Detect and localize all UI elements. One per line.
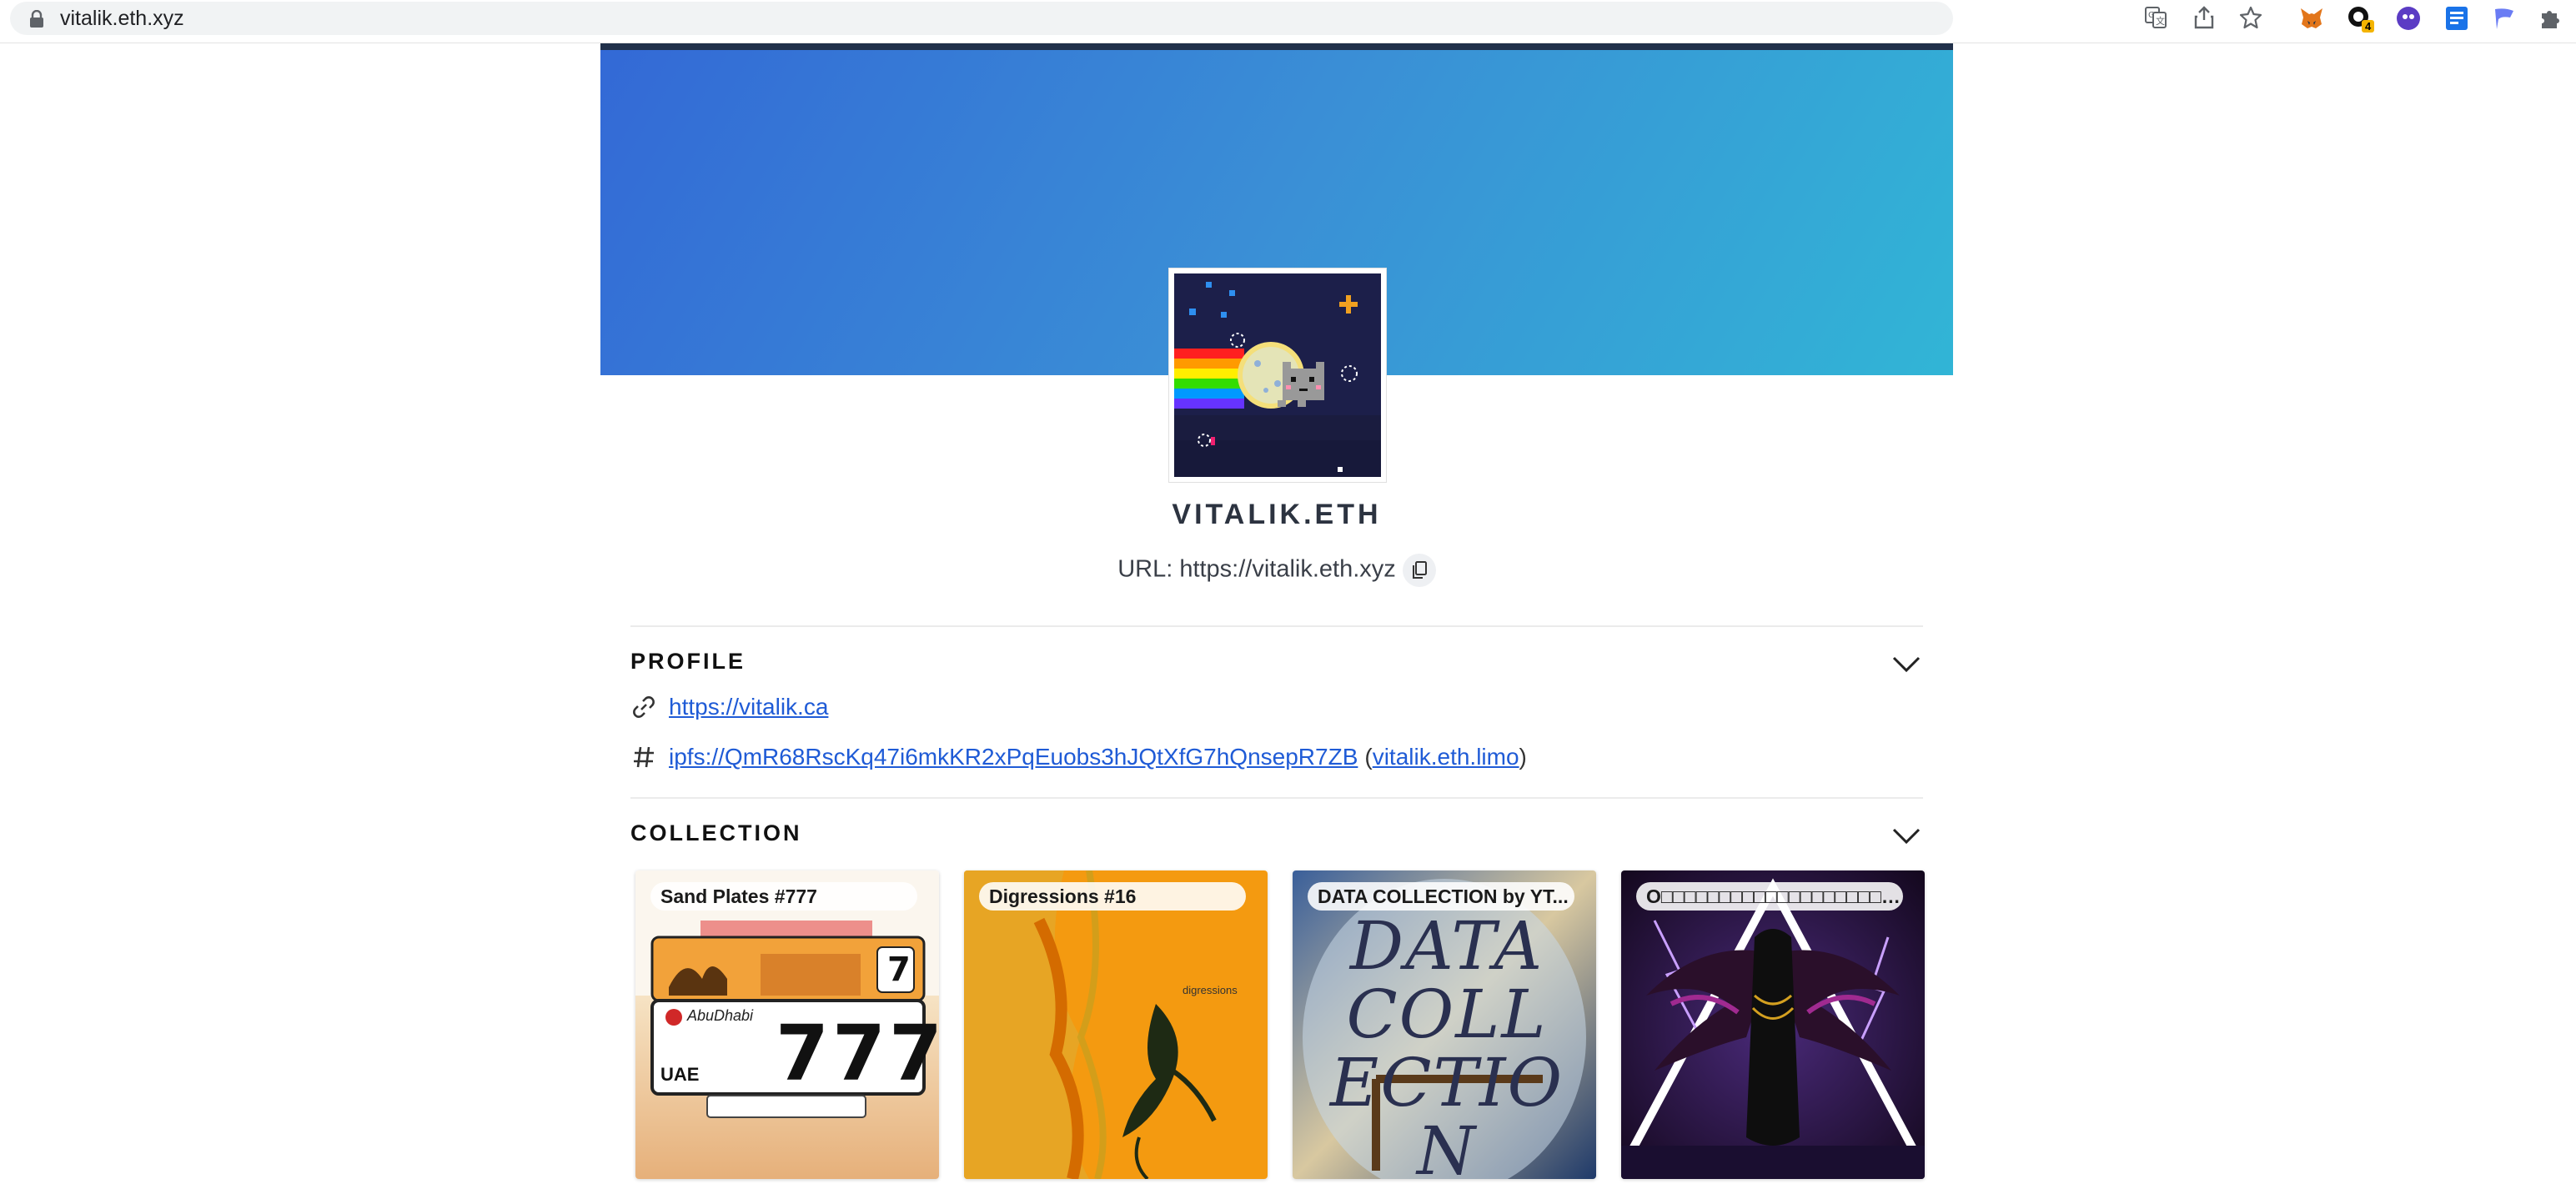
browser-toolbar: vitalik.eth.xyz 文G 4 (0, 0, 2576, 43)
translate-icon[interactable]: 文G (2142, 3, 2170, 32)
divider (630, 625, 1923, 627)
svg-text:G: G (2148, 11, 2155, 20)
profile-avatar[interactable] (1169, 268, 1386, 482)
document-extension-icon[interactable] (2442, 3, 2472, 33)
profile-url-row: URL: https://vitalik.eth.xyz (600, 554, 1953, 587)
link-icon (630, 694, 657, 720)
hash-icon (630, 744, 657, 770)
plate-country: UAE (660, 1064, 700, 1085)
plate-small-number: 7 (887, 951, 911, 989)
card-title: DATA COLLECTION by YT... (1308, 882, 1574, 911)
collection-card[interactable]: O□□□□□□□□□□□□□□□□□□□□□□□□□□□ (1621, 870, 1925, 1179)
card-title: Digressions #16 (979, 882, 1246, 911)
lock-icon[interactable] (28, 10, 45, 28)
address-bar[interactable]: vitalik.eth.xyz (10, 2, 1953, 35)
digressions-caption: digressions (1183, 984, 1238, 996)
metamask-extension-icon[interactable] (2297, 3, 2327, 33)
card-title: O□□□□□□□□□□□□□□□□□□□□□□□□□□□ (1636, 882, 1903, 911)
plate-city: AbuDhabi (687, 1007, 754, 1024)
limo-close-paren: ) (1519, 744, 1527, 770)
circle-extension-icon[interactable]: 4 (2345, 3, 2375, 33)
card-title: Sand Plates #777 (650, 882, 917, 911)
svg-text:文: 文 (2156, 15, 2165, 27)
face-extension-icon[interactable] (2393, 3, 2423, 33)
nyan-cat-avatar-image (1174, 273, 1381, 477)
flag-extension-icon[interactable] (2488, 3, 2518, 33)
extension-badge: 4 (2365, 20, 2372, 33)
limo-link[interactable]: vitalik.eth.limo (1373, 744, 1519, 770)
divider (630, 797, 1923, 799)
limo-open-paren: ( (1364, 744, 1373, 770)
winged-figure-image (1621, 870, 1925, 1179)
collection-section-title[interactable]: COLLECTION (630, 820, 802, 846)
profile-website-row: https://vitalik.ca (630, 694, 828, 720)
copy-icon (1412, 561, 1427, 579)
extensions-puzzle-icon[interactable] (2535, 3, 2565, 33)
profile-url-text: URL: https://vitalik.eth.xyz (1117, 555, 1396, 583)
bookmark-star-icon[interactable] (2237, 3, 2265, 32)
banner-top-strip (600, 43, 1953, 50)
copy-url-button[interactable] (1402, 554, 1436, 587)
profile-name: VITALIK.ETH (1172, 499, 1382, 530)
collection-card[interactable]: digressions Digressions #16 (964, 870, 1268, 1179)
address-bar-url[interactable]: vitalik.eth.xyz (60, 7, 184, 30)
profile-page: VITALIK.ETH URL: https://vitalik.eth.xyz… (600, 43, 1953, 1189)
ipfs-content-link[interactable]: ipfs://QmR68RscKq47i6mkKR2xPqEuobs3hJQtX… (669, 744, 1358, 770)
chevron-down-icon[interactable] (1891, 825, 1921, 845)
share-icon[interactable] (2190, 3, 2218, 32)
chevron-down-icon[interactable] (1891, 654, 1921, 674)
digressions-image (964, 870, 1268, 1179)
collection-card[interactable]: 7 AbuDhabi 777 UAE Sand Plates #777 (635, 870, 939, 1179)
plate-number: 777 (776, 1009, 939, 1098)
collection-card[interactable]: DATA COLLECTION DATA COLLECTION by YT... (1293, 870, 1596, 1179)
profile-contenthash-row: ipfs://QmR68RscKq47i6mkKR2xPqEuobs3hJQtX… (630, 744, 1527, 770)
website-link[interactable]: https://vitalik.ca (669, 694, 828, 720)
profile-section-title[interactable]: PROFILE (630, 649, 746, 675)
data-collection-art-text: DATA COLLECTION (1329, 907, 1564, 1180)
